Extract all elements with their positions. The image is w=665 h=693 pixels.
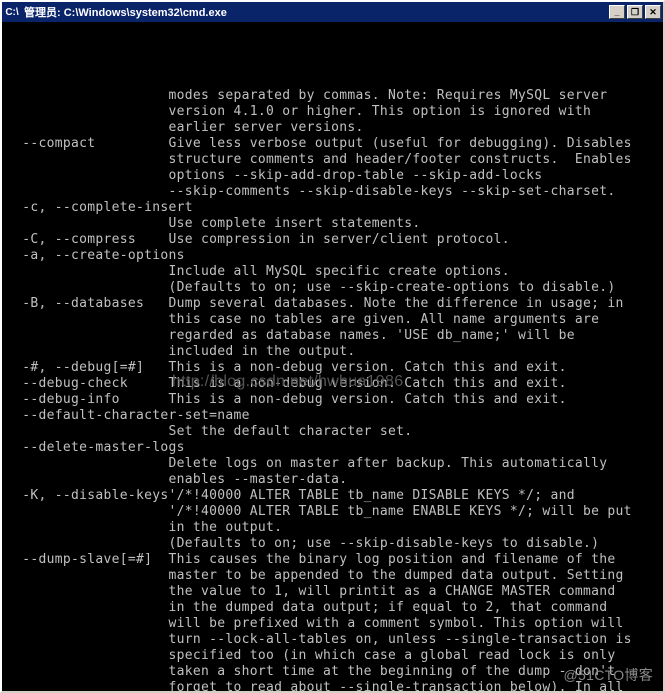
- terminal-line: '/*!40000 ALTER TABLE tb_name ENABLE KEY…: [6, 504, 659, 520]
- terminal-line: --debug-check This is a non-debug versio…: [6, 376, 659, 392]
- terminal-line: earlier server versions.: [6, 120, 659, 136]
- window-controls: _ ❐ ✕: [609, 5, 661, 19]
- window-title: 管理员: C:\Windows\system32\cmd.exe: [24, 4, 609, 20]
- app-icon: C:\: [4, 4, 20, 20]
- terminal-line: options --skip-add-drop-table --skip-add…: [6, 168, 659, 184]
- terminal-line: --skip-comments --skip-disable-keys --sk…: [6, 184, 659, 200]
- minimize-button[interactable]: _: [609, 5, 625, 19]
- close-button[interactable]: ✕: [645, 5, 661, 19]
- terminal-line: -B, --databases Dump several databases. …: [6, 296, 659, 312]
- terminal-line: --delete-master-logs: [6, 440, 659, 456]
- terminal-line: Include all MySQL specific create option…: [6, 264, 659, 280]
- titlebar[interactable]: C:\ 管理员: C:\Windows\system32\cmd.exe _ ❐…: [2, 2, 663, 22]
- terminal-line: forget to read about --single-transactio…: [6, 680, 659, 691]
- terminal-line: modes separated by commas. Note: Require…: [6, 88, 659, 104]
- terminal-line: -K, --disable-keys'/*!40000 ALTER TABLE …: [6, 488, 659, 504]
- cmd-window: C:\ 管理员: C:\Windows\system32\cmd.exe _ ❐…: [0, 0, 665, 693]
- terminal-line: enables --master-data.: [6, 472, 659, 488]
- terminal-line: master to be appended to the dumped data…: [6, 568, 659, 584]
- terminal-output[interactable]: http://blog.csdn.net/hwhua1986 @51CTO博客 …: [2, 22, 663, 691]
- terminal-line: specified too (in which case a global re…: [6, 648, 659, 664]
- terminal-line: Set the default character set.: [6, 424, 659, 440]
- terminal-line: in the dumped data output; if equal to 2…: [6, 600, 659, 616]
- terminal-line: turn --lock-all-tables on, unless --sing…: [6, 632, 659, 648]
- terminal-line: structure comments and header/footer con…: [6, 152, 659, 168]
- maximize-button[interactable]: ❐: [627, 5, 643, 19]
- terminal-line: included in the output.: [6, 344, 659, 360]
- terminal-line: --default-character-set=name: [6, 408, 659, 424]
- terminal-line: -a, --create-options: [6, 248, 659, 264]
- terminal-line: the value to 1, will printit as a CHANGE…: [6, 584, 659, 600]
- terminal-line: (Defaults to on; use --skip-disable-keys…: [6, 536, 659, 552]
- terminal-line: -#, --debug[=#] This is a non-debug vers…: [6, 360, 659, 376]
- terminal-line: (Defaults to on; use --skip-create-optio…: [6, 280, 659, 296]
- terminal-line: taken a short time at the beginning of t…: [6, 664, 659, 680]
- terminal-line: --compact Give less verbose output (usef…: [6, 136, 659, 152]
- terminal-line: --dump-slave[=#] This causes the binary …: [6, 552, 659, 568]
- terminal-line: this case no tables are given. All name …: [6, 312, 659, 328]
- terminal-line: version 4.1.0 or higher. This option is …: [6, 104, 659, 120]
- terminal-line: will be prefixed with a comment symbol. …: [6, 616, 659, 632]
- terminal-line: in the output.: [6, 520, 659, 536]
- terminal-line: -c, --complete-insert: [6, 200, 659, 216]
- terminal-line: Delete logs on master after backup. This…: [6, 456, 659, 472]
- terminal-line: regarded as database names. 'USE db_name…: [6, 328, 659, 344]
- terminal-line: -C, --compress Use compression in server…: [6, 232, 659, 248]
- terminal-line: Use complete insert statements.: [6, 216, 659, 232]
- terminal-line: --debug-info This is a non-debug version…: [6, 392, 659, 408]
